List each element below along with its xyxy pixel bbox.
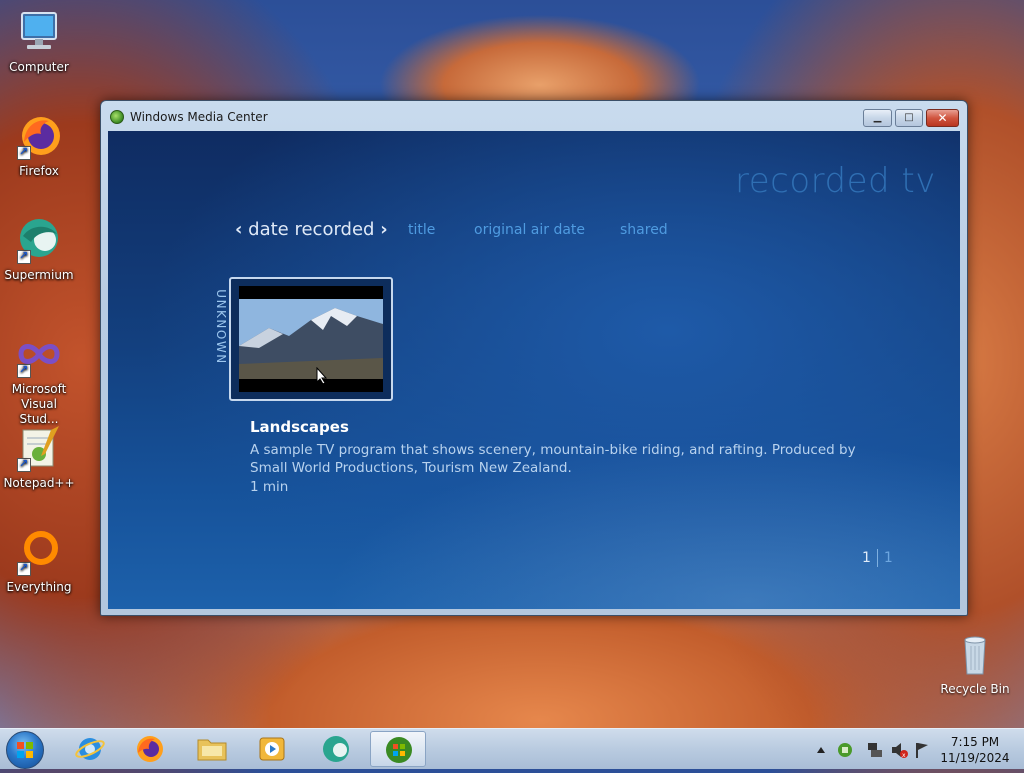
- windows-logo-icon: [17, 742, 33, 758]
- taskbar-firefox[interactable]: [122, 731, 178, 767]
- desktop-icon-label: Recycle Bin: [940, 682, 1010, 696]
- notepadpp-icon: [15, 424, 63, 472]
- chevron-left-icon[interactable]: ‹: [235, 219, 242, 240]
- desktop-icon-label: Computer: [9, 60, 69, 74]
- network-icon[interactable]: [868, 743, 882, 757]
- chevron-right-icon[interactable]: ›: [380, 219, 387, 240]
- supermium-icon: [323, 736, 349, 762]
- group-label: UNKNOWN: [212, 287, 230, 371]
- minimize-button[interactable]: ▁: [863, 109, 892, 127]
- desktop-icon-visual-studio[interactable]: Microsoft Visual Stud...: [2, 330, 76, 427]
- desktop-icon-label: Supermium: [4, 268, 74, 282]
- desktop-icon-everything[interactable]: Everything: [2, 528, 76, 595]
- firefox-icon: [15, 112, 63, 160]
- action-center-icon[interactable]: [838, 743, 852, 757]
- program-description: A sample TV program that shows scenery, …: [250, 442, 856, 476]
- pager-current: 1: [862, 550, 871, 566]
- close-icon: ✕: [937, 111, 948, 125]
- shortcut-arrow-icon: [17, 144, 31, 160]
- flag-icon[interactable]: [916, 743, 928, 758]
- ie-icon: [75, 738, 105, 760]
- show-hidden-icons-icon[interactable]: [817, 747, 825, 753]
- media-center-icon: [110, 110, 124, 124]
- recycle-bin-icon: [951, 632, 999, 680]
- firefox-icon: [137, 736, 163, 762]
- start-button[interactable]: [6, 731, 44, 769]
- desktop-icon-label: Firefox: [19, 164, 59, 178]
- desktop-icon-recycle-bin[interactable]: Recycle Bin: [940, 632, 1010, 696]
- program-title: Landscapes: [250, 418, 349, 436]
- tab-original-air-date[interactable]: original air date: [474, 222, 585, 238]
- media-center-icon: [386, 737, 412, 763]
- clock-time: 7:15 PM: [950, 735, 1000, 749]
- close-button[interactable]: ✕: [926, 109, 959, 127]
- computer-icon: [15, 8, 63, 56]
- everything-icon: [15, 528, 63, 576]
- visual-studio-icon: [15, 330, 63, 378]
- taskbar-supermium[interactable]: [308, 731, 364, 767]
- taskbar: x 7:15 PM 11/19/2024: [0, 728, 1024, 769]
- taskbar-windows-media-center[interactable]: [370, 731, 426, 767]
- media-center-content: recorded tv ‹ date recorded › title orig…: [108, 131, 960, 609]
- folder-icon: [197, 739, 227, 761]
- program-duration: 1 min: [250, 479, 289, 495]
- desktop-icon-firefox[interactable]: Firefox: [2, 112, 76, 179]
- minimize-icon: ▁: [873, 112, 882, 123]
- shortcut-arrow-icon: [17, 456, 31, 472]
- tab-date-recorded[interactable]: ‹ date recorded ›: [235, 219, 388, 240]
- tray-clock[interactable]: 7:15 PM 11/19/2024: [935, 734, 1015, 766]
- maximize-icon: □: [904, 112, 914, 123]
- desktop-icon-notepadpp[interactable]: Notepad++: [2, 424, 76, 491]
- desktop-icon-supermium[interactable]: Supermium: [2, 216, 76, 283]
- taskbar-media-player[interactable]: [244, 731, 300, 767]
- shortcut-arrow-icon: [17, 560, 31, 576]
- media-player-icon: [259, 737, 285, 761]
- supermium-icon: [15, 216, 63, 264]
- svg-text:x: x: [902, 752, 906, 759]
- desktop-icon-label: Microsoft Visual Stud...: [11, 382, 67, 426]
- media-center-window: Windows Media Center ▁ □ ✕ recorded tv ‹…: [100, 100, 968, 616]
- volume-muted-icon[interactable]: x: [892, 743, 908, 759]
- pager-total: 1: [883, 550, 893, 566]
- desktop-icon-label: Everything: [6, 580, 72, 594]
- tab-label: date recorded: [248, 219, 375, 240]
- clock-date: 11/19/2024: [940, 751, 1010, 765]
- program-thumbnail[interactable]: [229, 277, 393, 401]
- maximize-button[interactable]: □: [895, 109, 923, 127]
- taskbar-internet-explorer[interactable]: [62, 731, 118, 767]
- group-label-text: UNKNOWN: [214, 289, 228, 365]
- window-title: Windows Media Center: [130, 110, 268, 124]
- taskbar-file-explorer[interactable]: [184, 731, 240, 767]
- system-tray: x: [812, 729, 930, 769]
- section-title: recorded tv: [735, 161, 936, 201]
- pager: 11: [862, 549, 893, 567]
- pager-divider: [876, 549, 878, 567]
- shortcut-arrow-icon: [17, 248, 31, 264]
- shortcut-arrow-icon: [17, 362, 31, 378]
- tab-shared[interactable]: shared: [620, 222, 668, 238]
- title-bar[interactable]: Windows Media Center ▁ □ ✕: [101, 101, 967, 131]
- desktop-icon-label: Notepad++: [3, 476, 75, 490]
- thumbnail-image: [239, 286, 383, 392]
- desktop-icon-computer[interactable]: Computer: [2, 8, 76, 75]
- tab-title[interactable]: title: [408, 222, 435, 238]
